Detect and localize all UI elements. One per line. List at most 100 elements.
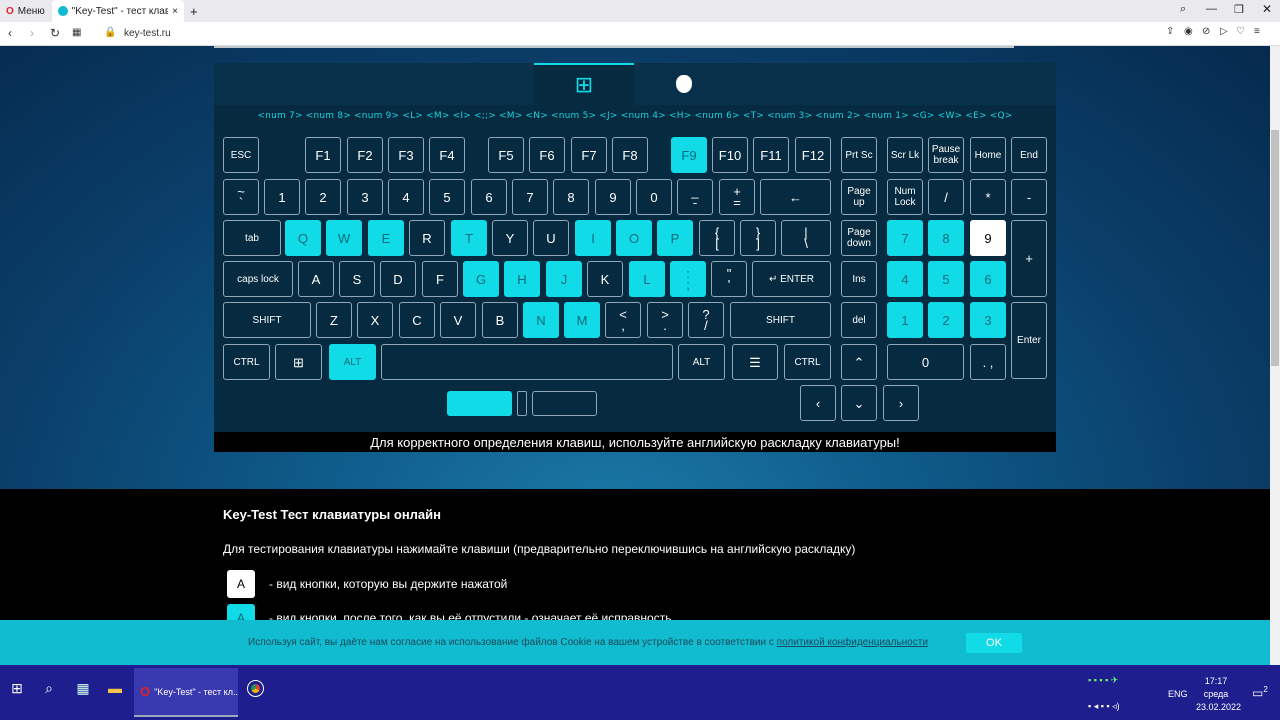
key-k5[interactable]: 5 bbox=[429, 179, 465, 215]
mac-tab[interactable] bbox=[634, 63, 734, 105]
key-x[interactable]: X bbox=[357, 302, 393, 338]
key-f5[interactable]: F5 bbox=[488, 137, 524, 173]
key-n7[interactable]: 7 bbox=[887, 220, 923, 256]
heart-icon[interactable]: ♡ bbox=[1236, 26, 1245, 37]
page-scrollbar[interactable] bbox=[1270, 46, 1280, 665]
key-ralt[interactable]: ALT bbox=[678, 344, 725, 380]
key-caps[interactable]: caps lock bbox=[223, 261, 293, 297]
restore-icon[interactable]: ❐ bbox=[1234, 3, 1244, 16]
key-f10[interactable]: F10 bbox=[712, 137, 748, 173]
key-down[interactable]: ⌄ bbox=[841, 385, 877, 421]
send-icon[interactable]: ▷ bbox=[1220, 26, 1228, 37]
key-c[interactable]: C bbox=[399, 302, 435, 338]
key-f8[interactable]: F8 bbox=[612, 137, 648, 173]
tray-icons-lower[interactable]: ▪ ◂ ▪ ▪ ◃) bbox=[1088, 701, 1120, 712]
key-n[interactable]: N bbox=[523, 302, 559, 338]
key-left[interactable]: ‹ bbox=[800, 385, 836, 421]
key-z[interactable]: Z bbox=[316, 302, 352, 338]
key-y[interactable]: Y bbox=[492, 220, 528, 256]
key-f1[interactable]: F1 bbox=[305, 137, 341, 173]
key-nminus[interactable]: - bbox=[1011, 179, 1047, 215]
search-tabs-icon[interactable]: ⌕ bbox=[1180, 3, 1186, 16]
key-backspace[interactable]: ← bbox=[760, 179, 831, 215]
key-f4[interactable]: F4 bbox=[429, 137, 465, 173]
key-numlock[interactable]: Num Lock bbox=[887, 179, 923, 215]
key-k7[interactable]: 7 bbox=[512, 179, 548, 215]
key-q[interactable]: Q bbox=[285, 220, 321, 256]
menu-icon[interactable]: ≡ bbox=[1254, 26, 1260, 37]
key-k9[interactable]: 9 bbox=[595, 179, 631, 215]
key-k3[interactable]: 3 bbox=[347, 179, 383, 215]
key-f11[interactable]: F11 bbox=[753, 137, 789, 173]
key-scrlk[interactable]: Scr Lk bbox=[887, 137, 923, 173]
snapshot-icon[interactable]: ◉ bbox=[1184, 26, 1193, 37]
windows-tab[interactable]: ⊞ bbox=[534, 63, 634, 105]
key-end[interactable]: End bbox=[1011, 137, 1047, 173]
key-space[interactable] bbox=[381, 344, 673, 380]
key-f3[interactable]: F3 bbox=[388, 137, 424, 173]
key-semi[interactable]: : ; bbox=[670, 261, 706, 297]
key-n8[interactable]: 8 bbox=[928, 220, 964, 256]
speed-dial-icon[interactable]: ▦ bbox=[72, 27, 81, 38]
key-slash[interactable]: ? / bbox=[688, 302, 724, 338]
start-windows-icon[interactable]: ⊞ bbox=[4, 675, 30, 701]
close-window-icon[interactable]: ✕ bbox=[1262, 2, 1272, 16]
key-menu[interactable]: ☰ bbox=[732, 344, 778, 380]
key-pause[interactable]: Pause break bbox=[928, 137, 964, 173]
key-n3[interactable]: 3 bbox=[970, 302, 1006, 338]
url-text[interactable]: key-test.ru bbox=[124, 28, 171, 39]
key-n9[interactable]: 9 bbox=[970, 220, 1006, 256]
key-nstar[interactable]: * bbox=[970, 179, 1006, 215]
key-tilde[interactable]: ~ ` bbox=[223, 179, 259, 215]
key-f12[interactable]: F12 bbox=[795, 137, 831, 173]
share-icon[interactable]: ⇪ bbox=[1166, 26, 1174, 37]
key-n5[interactable]: 5 bbox=[928, 261, 964, 297]
key-e[interactable]: E bbox=[368, 220, 404, 256]
key-lbr[interactable]: { [ bbox=[699, 220, 735, 256]
key-o[interactable]: O bbox=[616, 220, 652, 256]
key-n6[interactable]: 6 bbox=[970, 261, 1006, 297]
key-p[interactable]: P bbox=[657, 220, 693, 256]
key-d[interactable]: D bbox=[380, 261, 416, 297]
key-tab[interactable]: tab bbox=[223, 220, 281, 256]
key-ndot[interactable]: . , bbox=[970, 344, 1006, 380]
tray-icons[interactable]: ▪ ▪ ▪ ▪ ✈ bbox=[1088, 675, 1118, 686]
key-s[interactable]: S bbox=[339, 261, 375, 297]
clock[interactable]: 17:17 среда 23.02.2022 bbox=[1196, 675, 1241, 714]
key-rbr[interactable]: } ] bbox=[740, 220, 776, 256]
privacy-policy-link[interactable]: политикой конфиденциальности bbox=[777, 637, 928, 648]
key-pgdn[interactable]: Page down bbox=[841, 220, 877, 256]
key-lalt[interactable]: ALT bbox=[329, 344, 376, 380]
key-n4[interactable]: 4 bbox=[887, 261, 923, 297]
key-t[interactable]: T bbox=[451, 220, 487, 256]
key-prtsc[interactable]: Prt Sc bbox=[841, 137, 877, 173]
key-f6[interactable]: F6 bbox=[529, 137, 565, 173]
block-icon[interactable]: ⊘ bbox=[1202, 26, 1210, 37]
key-m[interactable]: M bbox=[564, 302, 600, 338]
file-explorer-icon[interactable]: ▬ bbox=[102, 675, 128, 701]
opera-menu-button[interactable]: O Меню bbox=[0, 0, 52, 22]
key-i[interactable]: I bbox=[575, 220, 611, 256]
reload-icon[interactable]: ↻ bbox=[50, 26, 60, 40]
key-comma[interactable]: < , bbox=[605, 302, 641, 338]
forward-icon[interactable]: › bbox=[30, 26, 34, 40]
key-f7[interactable]: F7 bbox=[571, 137, 607, 173]
key-k1[interactable]: 1 bbox=[264, 179, 300, 215]
key-k4[interactable]: 4 bbox=[388, 179, 424, 215]
key-nslash[interactable]: / bbox=[928, 179, 964, 215]
key-bslash[interactable]: | \ bbox=[781, 220, 831, 256]
key-j[interactable]: J bbox=[546, 261, 582, 297]
language-indicator[interactable]: ENG bbox=[1168, 689, 1188, 699]
key-rctrl[interactable]: CTRL bbox=[784, 344, 831, 380]
key-w[interactable]: W bbox=[326, 220, 362, 256]
key-home[interactable]: Home bbox=[970, 137, 1006, 173]
cookie-ok-button[interactable]: OK bbox=[966, 633, 1022, 653]
search-icon[interactable]: ⌕ bbox=[36, 675, 62, 701]
key-ins[interactable]: Ins bbox=[841, 261, 877, 297]
key-lctrl[interactable]: CTRL bbox=[223, 344, 270, 380]
key-n2[interactable]: 2 bbox=[928, 302, 964, 338]
key-right[interactable]: › bbox=[883, 385, 919, 421]
close-tab-icon[interactable]: × bbox=[172, 6, 178, 17]
key-lshift[interactable]: SHIFT bbox=[223, 302, 311, 338]
key-n1[interactable]: 1 bbox=[887, 302, 923, 338]
